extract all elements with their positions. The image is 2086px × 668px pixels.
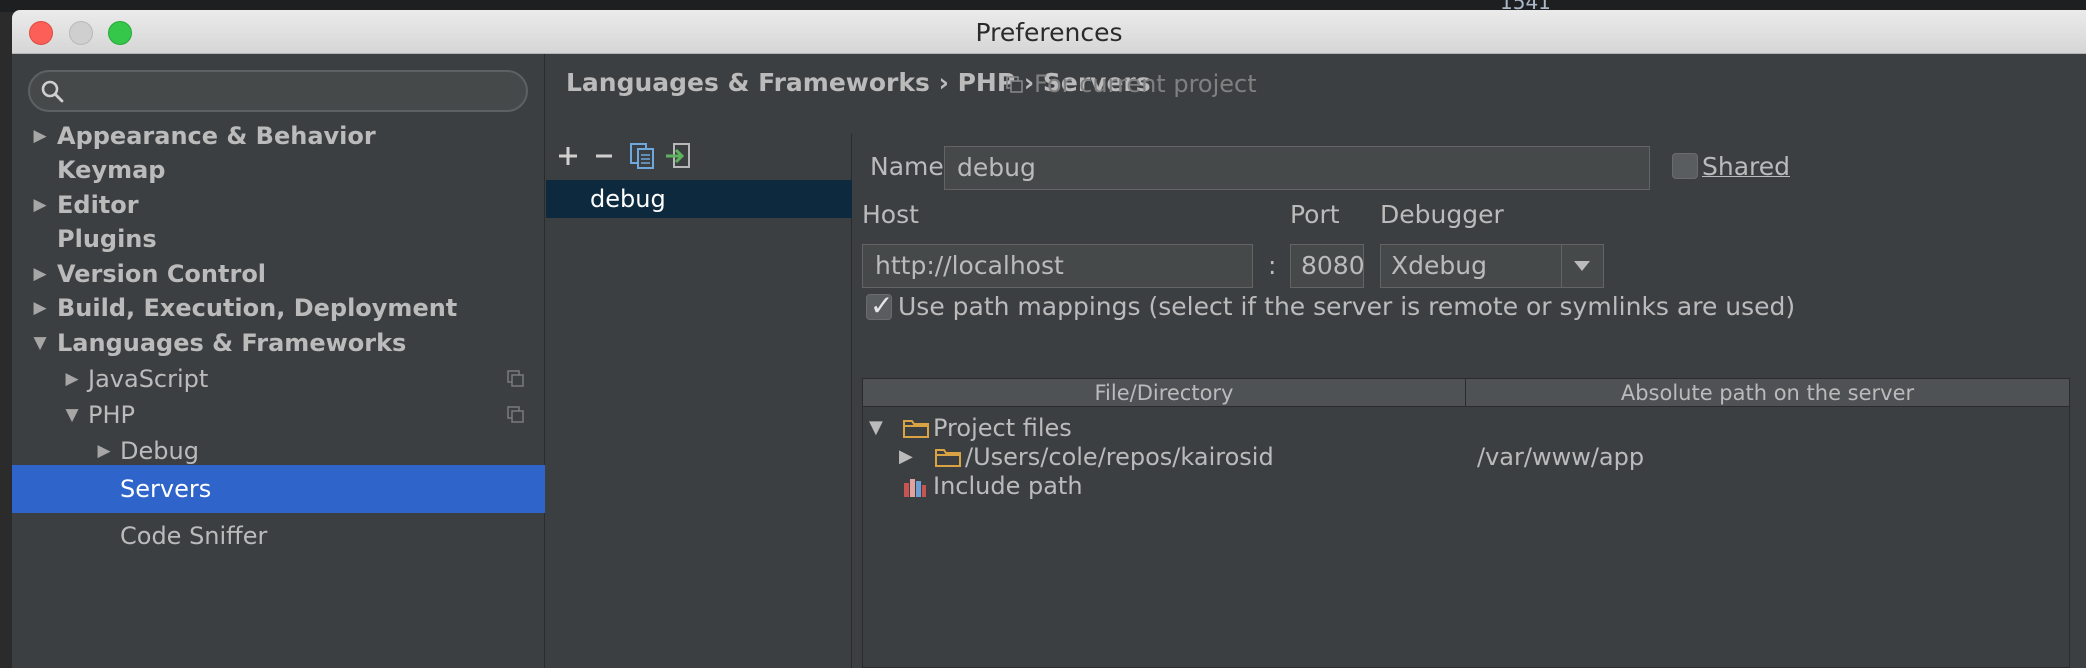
port-label: Port bbox=[1290, 200, 1340, 229]
add-icon[interactable] bbox=[552, 140, 584, 172]
checkmark-icon: ✓ bbox=[870, 289, 894, 322]
window-title: Preferences bbox=[975, 18, 1123, 47]
name-field[interactable]: debug bbox=[944, 146, 1650, 190]
shared-checkbox[interactable] bbox=[1672, 153, 1698, 179]
folder-icon bbox=[935, 449, 961, 467]
settings-sidebar: ▶ Appearance & Behavior Keymap ▶ Editor … bbox=[12, 54, 545, 668]
host-field[interactable]: http://localhost bbox=[862, 244, 1253, 288]
project-scope-icon bbox=[1006, 76, 1023, 93]
sidebar-item-label: Code Sniffer bbox=[120, 522, 268, 550]
path-mappings-label[interactable]: Use path mappings (select if the server … bbox=[898, 292, 1795, 321]
server-details-form: Name: debug Shared Host Port Debugger ht… bbox=[852, 134, 2086, 668]
path-mappings-table: File/Directory Absolute path on the serv… bbox=[862, 378, 2070, 668]
row-label: Include path bbox=[933, 472, 1083, 500]
debugger-select[interactable]: Xdebug bbox=[1380, 244, 1604, 288]
sidebar-item-code-sniffer[interactable]: Code Sniffer bbox=[12, 514, 545, 558]
debugger-label: Debugger bbox=[1380, 200, 1504, 229]
column-header-file-directory[interactable]: File/Directory bbox=[863, 379, 1465, 407]
host-label: Host bbox=[862, 200, 919, 229]
path-mappings-checkbox[interactable]: ✓ bbox=[866, 289, 893, 322]
library-icon bbox=[904, 479, 926, 497]
remove-icon[interactable] bbox=[588, 140, 620, 172]
settings-main-panel: Languages & Frameworks › PHP › Servers F… bbox=[546, 54, 2086, 668]
settings-search-input[interactable] bbox=[28, 70, 528, 112]
title-bar: Preferences bbox=[12, 10, 2086, 54]
project-scope-icon bbox=[507, 406, 524, 423]
name-label: Name: bbox=[870, 152, 953, 181]
column-header-server-path[interactable]: Absolute path on the server bbox=[1466, 379, 2069, 407]
dropdown-button[interactable] bbox=[1561, 245, 1603, 287]
import-icon[interactable] bbox=[662, 140, 694, 172]
debugger-selected-value: Xdebug bbox=[1391, 251, 1487, 280]
server-list-item-debug[interactable]: debug bbox=[546, 180, 852, 218]
chevron-down-icon bbox=[1574, 261, 1590, 271]
servers-list-panel: debug bbox=[546, 134, 852, 668]
sidebar-item-servers[interactable]: Servers bbox=[12, 465, 545, 513]
port-field[interactable]: 8080 bbox=[1290, 244, 1364, 288]
preferences-window: Preferences ▶ Appearance & Behavior Keym… bbox=[12, 10, 2086, 668]
shared-label[interactable]: Shared bbox=[1702, 152, 1790, 181]
folder-icon bbox=[903, 420, 929, 438]
sidebar-item-label: Servers bbox=[120, 475, 212, 503]
search-icon bbox=[41, 80, 64, 103]
scope-label: For current project bbox=[1034, 70, 1257, 98]
copy-icon[interactable] bbox=[626, 140, 658, 172]
project-scope-icon bbox=[507, 370, 524, 387]
table-row-include-path[interactable]: Include path bbox=[863, 467, 2069, 505]
host-port-separator: : bbox=[1268, 251, 1277, 280]
